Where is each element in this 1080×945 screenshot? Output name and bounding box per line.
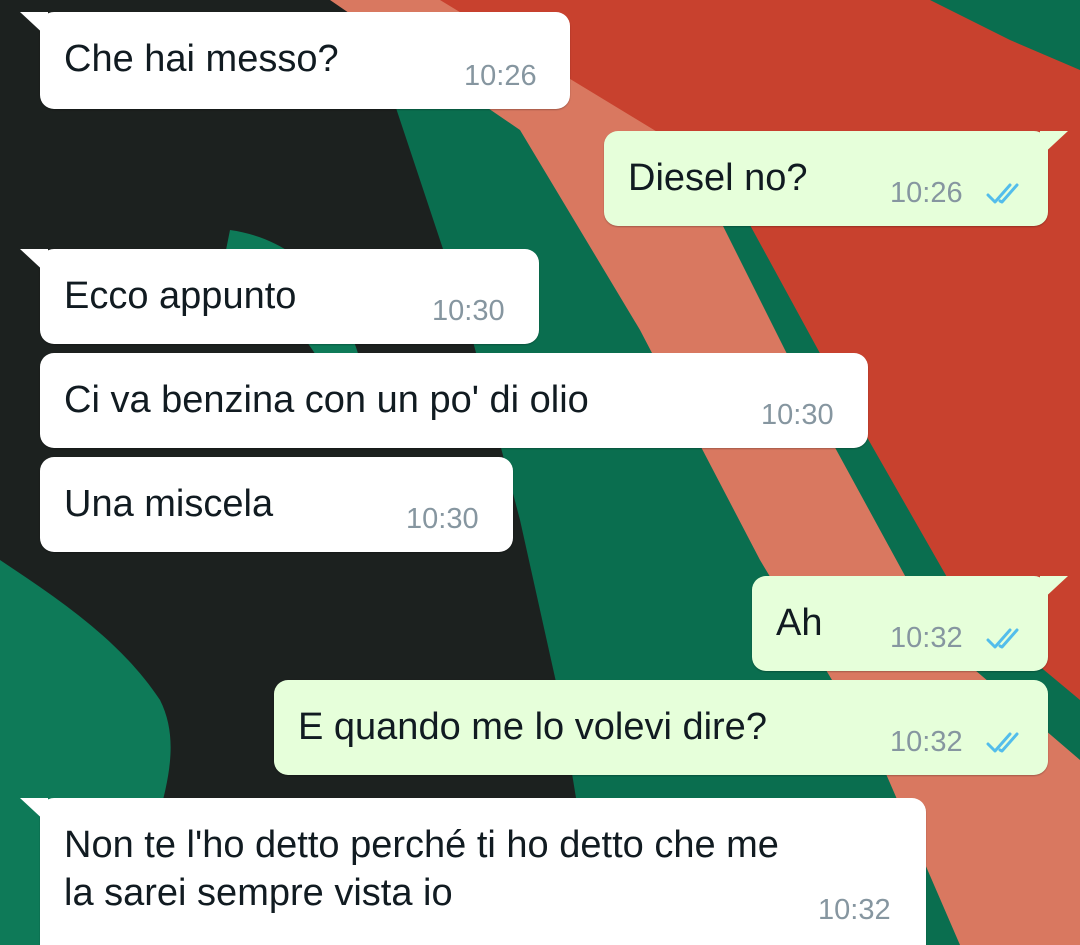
message-bubble[interactable]: Una miscela 10:30 (40, 457, 513, 552)
message-time: 10:30 (761, 399, 834, 431)
bubble-tail (20, 798, 48, 824)
double-check-icon (986, 628, 1019, 649)
bubble-tail (1040, 576, 1068, 602)
message-bubble[interactable]: Ah 10:32 (752, 576, 1068, 671)
message-text-line: la sarei sempre vista io (64, 872, 453, 914)
message-bubble[interactable]: Diesel no? 10:26 (604, 131, 1068, 226)
message-text: Diesel no? (628, 157, 808, 199)
message-text: Ah (776, 602, 823, 644)
double-check-icon (986, 183, 1019, 204)
message-time: 10:26 (464, 60, 537, 92)
message-text: Che hai messo? (64, 38, 339, 80)
message-time: 10:30 (406, 503, 479, 535)
message-text: E quando me lo volevi dire? (298, 706, 767, 748)
bubble-tail (1040, 131, 1068, 157)
double-check-icon (986, 732, 1019, 753)
bubble-tail (20, 249, 48, 275)
message-text: Una miscela (64, 483, 274, 525)
message-time: 10:32 (890, 726, 963, 758)
message-time: 10:32 (818, 894, 891, 926)
message-bubble[interactable]: Ci va benzina con un po' di olio 10:30 (40, 353, 868, 448)
message-bubble[interactable]: Non te l'ho detto perché ti ho detto che… (20, 798, 926, 945)
message-text: Ci va benzina con un po' di olio (64, 379, 589, 421)
message-time: 10:32 (890, 622, 963, 654)
message-text-line: Non te l'ho detto perché ti ho detto che… (64, 824, 779, 866)
message-bubble[interactable]: E quando me lo volevi dire? 10:32 (274, 680, 1048, 775)
message-time: 10:26 (890, 177, 963, 209)
message-text: Ecco appunto (64, 275, 297, 317)
message-bubble[interactable]: Ecco appunto 10:30 (20, 249, 539, 344)
bubble-tail (20, 12, 48, 38)
message-time: 10:30 (432, 295, 505, 327)
message-bubble[interactable]: Che hai messo? 10:26 (20, 12, 570, 109)
